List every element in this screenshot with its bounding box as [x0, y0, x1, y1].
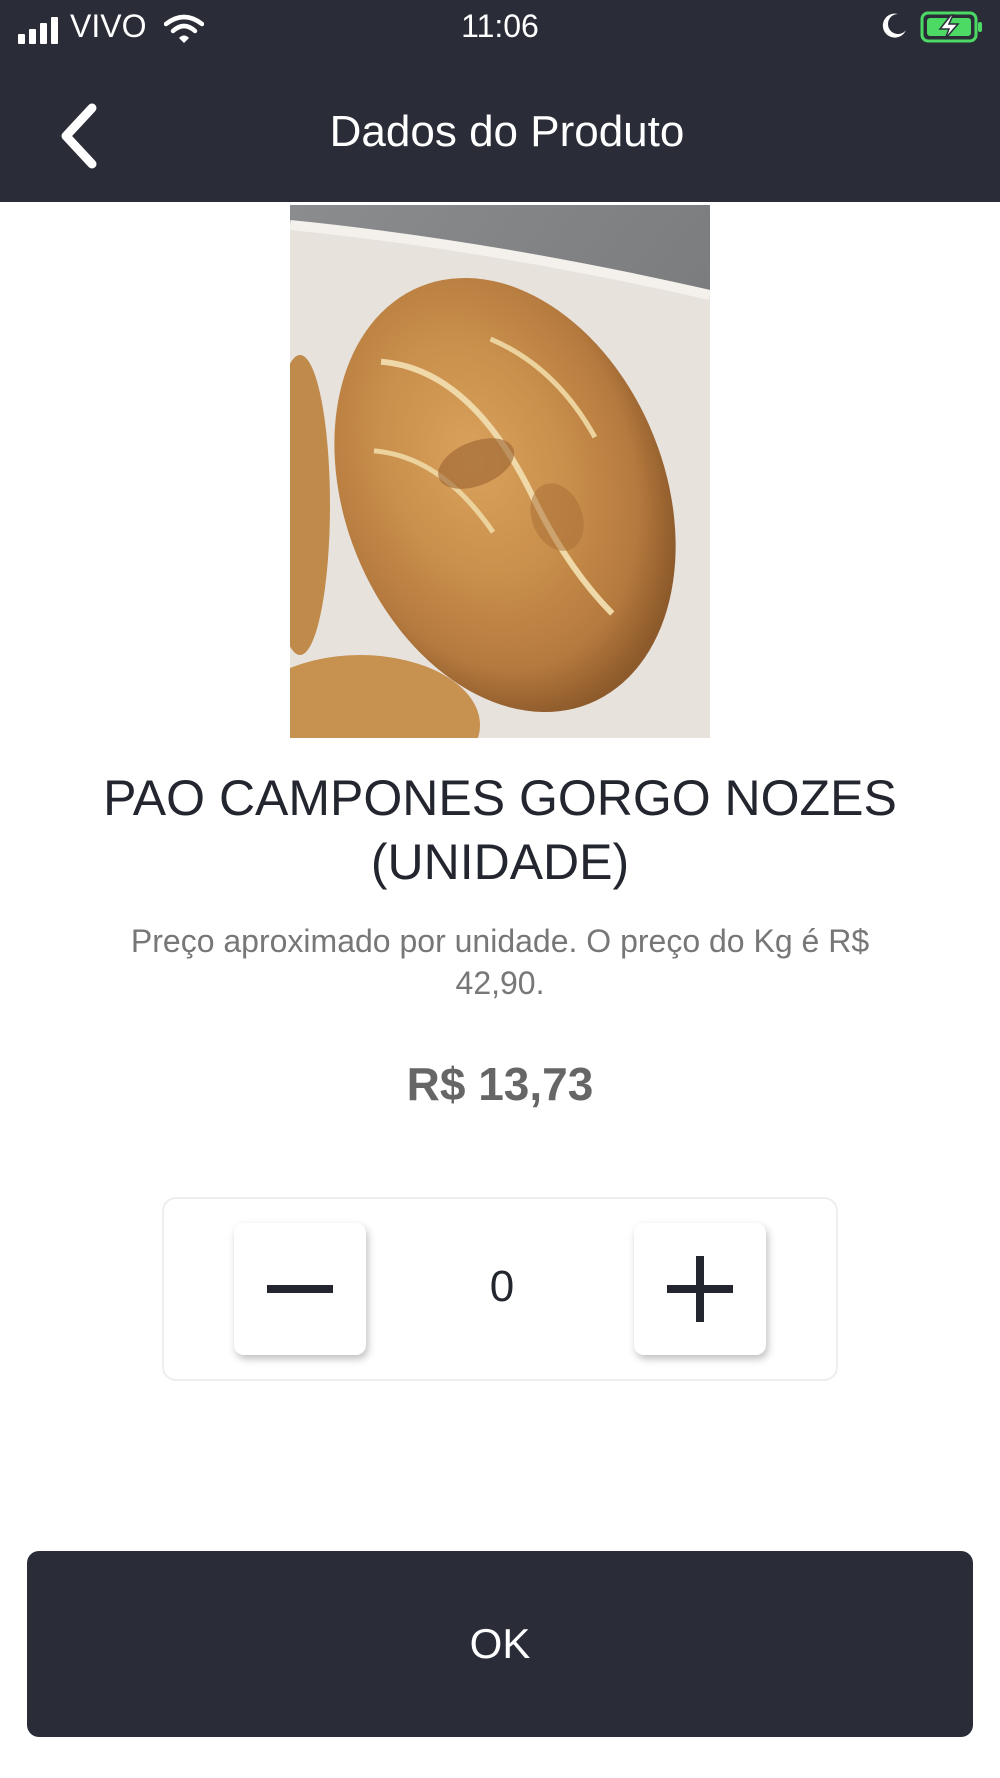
- product-name: PAO CAMPONES GORGO NOZES (UNIDADE): [103, 770, 897, 890]
- decrease-quantity-button[interactable]: [234, 1223, 366, 1355]
- ok-button[interactable]: OK: [27, 1551, 973, 1737]
- bread-photo: [290, 205, 710, 738]
- app-header: VIVO 11:06 Dados do Produto: [0, 0, 1000, 202]
- moon-icon: [882, 13, 906, 38]
- minus-icon: [267, 1285, 333, 1293]
- quantity-value: 0: [489, 1262, 515, 1311]
- product-price: R$ 13,73: [406, 1058, 594, 1110]
- page-title: Dados do Produto: [329, 107, 685, 156]
- status-time: 11:06: [461, 8, 539, 44]
- product-description: Preço aproximado por unidade. O preço do…: [130, 923, 870, 1001]
- product-image: [290, 205, 710, 738]
- quantity-stepper: 0: [162, 1197, 838, 1381]
- plus-icon: [667, 1256, 733, 1322]
- status-bar: VIVO 11:06: [0, 0, 1000, 60]
- navigation-bar: Dados do Produto: [0, 60, 1000, 202]
- battery-charging-icon: [920, 11, 982, 43]
- increase-quantity-button[interactable]: [634, 1223, 766, 1355]
